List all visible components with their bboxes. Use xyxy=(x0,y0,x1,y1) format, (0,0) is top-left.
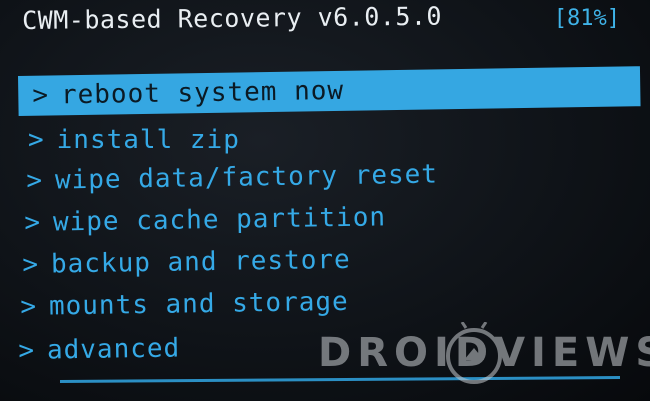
arrow-icon: > xyxy=(18,335,36,366)
menu-item-label: mounts and storage xyxy=(48,286,349,322)
menu-item-wipe-cache-partition[interactable]: > wipe cache partition xyxy=(24,197,386,243)
menu-item-advanced[interactable]: > advanced xyxy=(18,328,180,371)
menu-item-mounts-and-storage[interactable]: > mounts and storage xyxy=(20,282,349,327)
menu-item-backup-and-restore[interactable]: > backup and restore xyxy=(22,240,351,285)
menu-item-label: reboot system now xyxy=(60,75,345,111)
battery-level: [81%] xyxy=(553,6,620,31)
menu-item-label: wipe cache partition xyxy=(52,202,387,238)
recovery-title: CWM-based Recovery v6.0.5.0 xyxy=(22,1,443,35)
arrow-icon: > xyxy=(22,249,40,280)
arrow-icon: > xyxy=(24,207,42,238)
menu-item-wipe-data-factory-reset[interactable]: > wipe data/factory reset xyxy=(26,155,438,201)
arrow-icon: > xyxy=(20,291,38,322)
recovery-screen: CWM-based Recovery v6.0.5.0 [81%] > reboo… xyxy=(0,0,650,401)
menu-item-label: advanced xyxy=(46,333,181,366)
arrow-icon: > xyxy=(28,125,45,155)
arrow-icon: > xyxy=(26,165,44,196)
menu-item-reboot-system-now[interactable]: > reboot system now xyxy=(18,66,641,116)
menu-item-install-zip[interactable]: > install zip xyxy=(28,120,240,160)
menu-item-label: backup and restore xyxy=(50,244,351,280)
watermark: DROIDVIEWS xyxy=(318,322,650,388)
menu-item-label: install zip xyxy=(56,125,240,155)
android-logo-icon xyxy=(446,322,502,384)
arrow-icon: > xyxy=(32,80,50,111)
menu-item-label: wipe data/factory reset xyxy=(54,159,439,196)
